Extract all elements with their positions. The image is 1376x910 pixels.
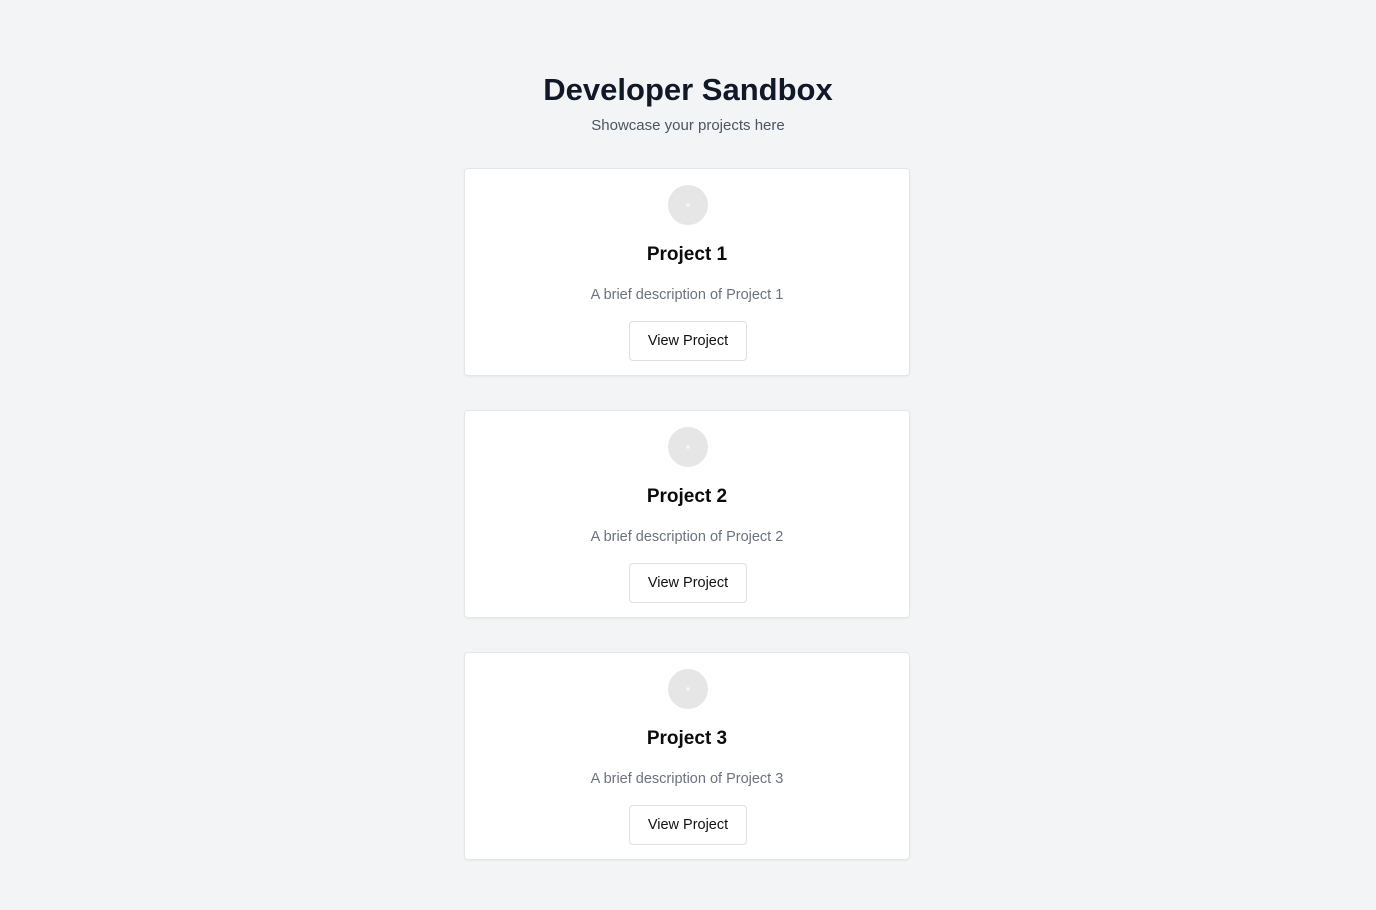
view-project-button[interactable]: View Project (629, 321, 747, 361)
project-card: Project 1 A brief description of Project… (464, 168, 910, 376)
project-description: A brief description of Project 3 (590, 771, 784, 787)
image-placeholder-icon (668, 185, 708, 225)
page-subtitle: Showcase your projects here (591, 117, 785, 134)
image-placeholder-icon (668, 669, 708, 709)
image-placeholder-icon (668, 427, 708, 467)
project-title: Project 3 (646, 728, 728, 749)
project-description: A brief description of Project 1 (590, 287, 784, 303)
project-title: Project 1 (646, 244, 728, 265)
page-title: Developer Sandbox (543, 72, 833, 107)
project-card: Project 3 A brief description of Project… (464, 652, 910, 860)
project-card: Project 2 A brief description of Project… (464, 410, 910, 618)
project-title: Project 2 (646, 486, 728, 507)
view-project-button[interactable]: View Project (629, 563, 747, 603)
project-description: A brief description of Project 2 (590, 529, 784, 545)
view-project-button[interactable]: View Project (629, 805, 747, 845)
